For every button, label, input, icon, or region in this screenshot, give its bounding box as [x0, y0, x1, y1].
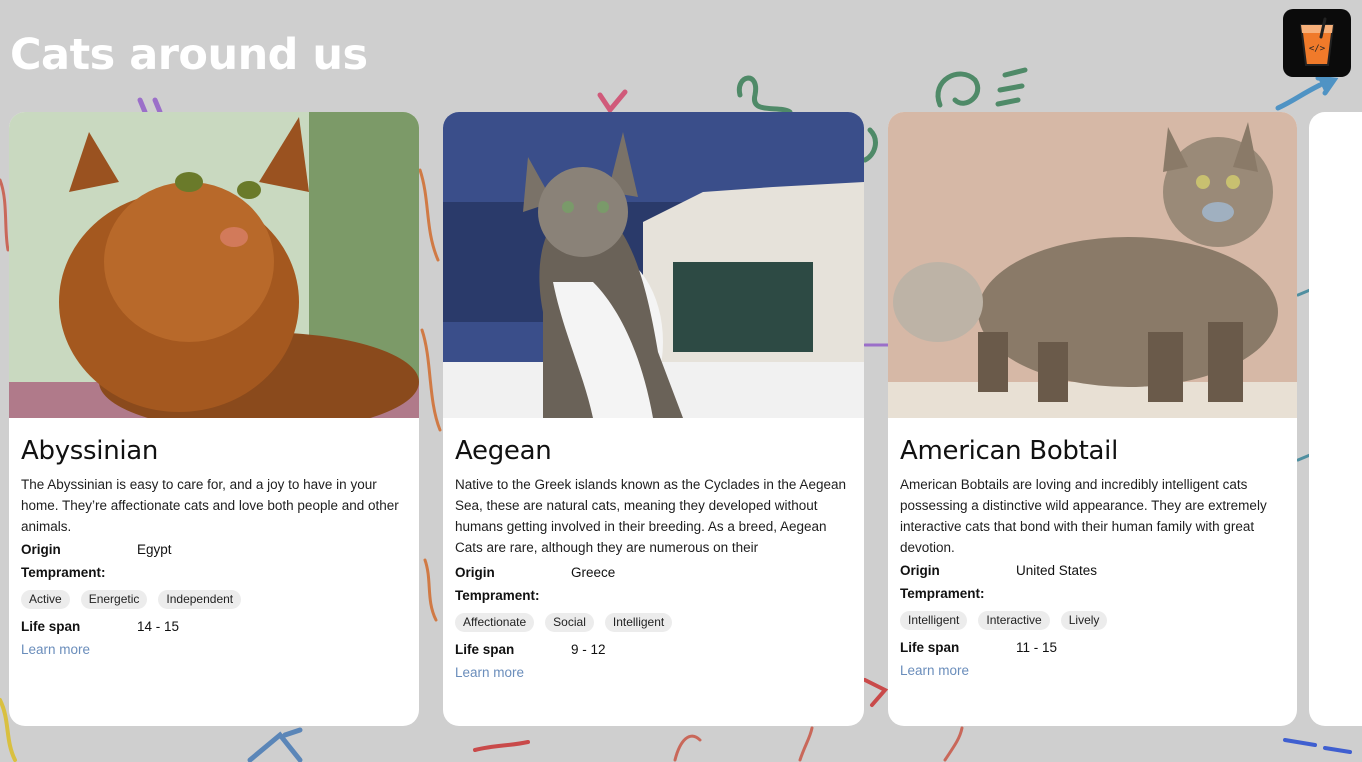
temperament-tags: Affectionate Social Intelligent [455, 613, 852, 632]
temperament-row: Temprament: [455, 585, 852, 606]
lifespan-value: 9 - 12 [571, 642, 606, 657]
origin-row: Origin Greece [455, 562, 852, 583]
origin-value: Egypt [137, 542, 172, 557]
origin-label: Origin [455, 565, 495, 580]
lifespan-row: Life span 11 - 15 [900, 637, 1285, 658]
breed-card: Abyssinian The Abyssinian is easy to car… [9, 112, 419, 726]
breed-name: Aegean [455, 436, 552, 466]
breed-card: Aegean Native to the Greek islands known… [443, 112, 864, 726]
breed-name: American Bobtail [900, 436, 1119, 466]
lifespan-row: Life span 9 - 12 [455, 639, 852, 660]
breed-description: The Abyssinian is easy to care for, and … [21, 477, 399, 534]
learn-more-link[interactable]: Learn more [21, 642, 90, 657]
breed-description: Native to the Greek islands known as the… [455, 477, 846, 555]
temperament-label: Temprament: [455, 588, 540, 603]
breed-card: American Bobtail American Bobtails are l… [888, 112, 1297, 726]
temperament-row: Temprament: [900, 583, 1285, 604]
temperament-tag: Lively [1060, 611, 1108, 630]
origin-row: Origin Egypt [21, 539, 407, 560]
lifespan-label: Life span [455, 642, 515, 657]
learn-more-link[interactable]: Learn more [455, 665, 524, 680]
lifespan-row: Life span 14 - 15 [21, 616, 407, 637]
temperament-tag: Intelligent [900, 611, 968, 630]
lifespan-value: 14 - 15 [137, 619, 180, 634]
breed-name: Abyssinian [21, 436, 159, 466]
page-title: Cats around us [10, 30, 368, 80]
learn-more-link[interactable]: Learn more [900, 663, 969, 678]
temperament-tag: Active [21, 590, 70, 609]
origin-row: Origin United States [900, 560, 1285, 581]
breed-photo [9, 112, 419, 418]
lifespan-value: 11 - 15 [1016, 640, 1058, 655]
next-breed-card[interactable] [1309, 112, 1362, 726]
lifespan-label: Life span [900, 640, 960, 655]
origin-label: Origin [21, 542, 61, 557]
app-logo-button[interactable]: </> [1283, 9, 1351, 77]
lifespan-label: Life span [21, 619, 81, 634]
origin-value: Greece [571, 565, 616, 580]
temperament-tag: Energetic [80, 590, 148, 609]
temperament-tag: Interactive [978, 611, 1050, 630]
temperament-label: Temprament: [21, 565, 106, 580]
temperament-tag: Affectionate [455, 613, 535, 632]
breed-photo [888, 112, 1297, 418]
code-cup-icon: </> [1299, 17, 1335, 66]
breed-description: American Bobtails are loving and incredi… [900, 477, 1267, 555]
temperament-tags: Active Energetic Independent [21, 590, 407, 609]
temperament-tag: Social [545, 613, 594, 632]
temperament-label: Temprament: [900, 586, 985, 601]
temperament-tag: Independent [158, 590, 242, 609]
temperament-row: Temprament: [21, 562, 407, 583]
origin-value: United States [1016, 563, 1098, 578]
svg-text:</>: </> [1309, 44, 1326, 54]
temperament-tags: Intelligent Interactive Lively [900, 611, 1285, 630]
origin-label: Origin [900, 563, 940, 578]
temperament-tag: Intelligent [604, 613, 673, 632]
breed-photo [443, 112, 864, 418]
